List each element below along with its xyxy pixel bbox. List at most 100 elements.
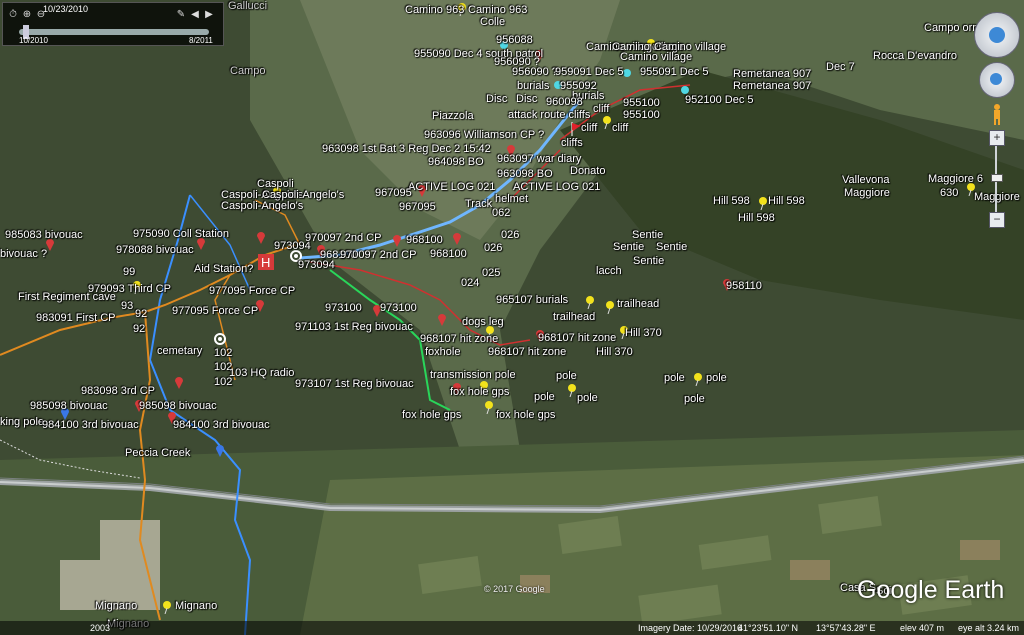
placemark-label[interactable]: 977095 Force CP (209, 285, 295, 297)
placemark-label[interactable]: king pole (0, 416, 44, 428)
placemark-label[interactable]: Sentie (613, 241, 644, 253)
placemark-label[interactable]: pole (664, 372, 685, 384)
play-icon[interactable]: ▶ (203, 9, 215, 21)
placemark-label[interactable]: 978088 bivouac (116, 244, 194, 256)
placemark-label[interactable]: 984100 3rd bivouac (173, 419, 270, 431)
placemark-label[interactable]: pole (706, 372, 727, 384)
placemark-label[interactable]: Piazzola (432, 110, 474, 122)
placemark-label[interactable]: fox hole gps (450, 386, 509, 398)
placemark-label[interactable]: Mignano (175, 600, 217, 612)
placemark-label[interactable]: 92 (133, 323, 145, 335)
placemark-label[interactable]: Maggiore (844, 187, 890, 199)
yellow-pushpin[interactable] (602, 115, 612, 129)
placemark-label[interactable]: Camino 963 (405, 4, 464, 16)
time-track[interactable] (19, 29, 209, 35)
placemark-label[interactable]: ACTIVE LOG 021 (408, 181, 495, 193)
placemark-label[interactable]: cliff (581, 122, 597, 134)
placemark-label[interactable]: 968107 hit zone (420, 333, 498, 345)
compass-icon[interactable] (989, 27, 1005, 43)
placemark-label[interactable]: 963097 war diary (497, 153, 581, 165)
placemark-label[interactable]: pole (577, 392, 598, 404)
placemark-label[interactable]: pole (556, 370, 577, 382)
placemark-label[interactable]: 985098 bivouac (139, 400, 217, 412)
yellow-pushpin[interactable] (605, 300, 615, 314)
placemark-label[interactable]: Maggiore 6 (928, 173, 983, 185)
zoom-slider[interactable]: + − (989, 130, 1005, 228)
placemark-label[interactable]: 955100 (623, 109, 660, 121)
placemark-label[interactable]: Track (465, 198, 492, 210)
placemark-label[interactable]: trailhead (553, 311, 595, 323)
placemark-label[interactable]: helmet (495, 193, 528, 205)
placemark-label[interactable]: 630 (940, 187, 958, 199)
placemark-label[interactable]: Vallevona (842, 174, 890, 186)
zoom-in-time-icon[interactable]: ⊕ (21, 9, 33, 21)
placemark-label[interactable]: foxhole (425, 346, 460, 358)
placemark-label[interactable]: Camino village (620, 51, 692, 63)
yellow-pushpin[interactable] (693, 372, 703, 386)
yellow-pushpin[interactable] (162, 600, 172, 614)
move-joystick-icon[interactable] (990, 73, 1002, 85)
placemark-label[interactable]: Aid Station? (194, 263, 253, 275)
placemark-label[interactable]: Mignano (95, 600, 137, 612)
placemark-label[interactable]: Dec 7 (826, 61, 855, 73)
placemark-label[interactable]: 959091 Dec 5 (555, 66, 624, 78)
placemark-label[interactable]: 975090 Coll Station (133, 228, 229, 240)
placemark-label[interactable]: 973100 (325, 302, 362, 314)
placemark-label[interactable]: 968107 hit zone (538, 332, 616, 344)
placemark-label[interactable]: cliff (612, 122, 628, 134)
placemark-label[interactable]: 93 (121, 300, 133, 312)
placemark-label[interactable]: Remetanea 907 (733, 68, 811, 80)
zoom-handle[interactable] (991, 174, 1003, 182)
zoom-in-button[interactable]: + (989, 130, 1005, 146)
placemark-label[interactable]: 952100 Dec 5 (685, 94, 754, 106)
placemark-label[interactable]: 955091 Dec 5 (640, 66, 709, 78)
placemark-label[interactable]: 985083 bivouac (5, 229, 83, 241)
placemark-label[interactable]: bivouac ? (0, 248, 47, 260)
placemark-label[interactable]: Campo (230, 65, 265, 77)
placemark-label[interactable]: Rocca D'evandro (873, 50, 957, 62)
clock-icon[interactable]: ⏱ (7, 9, 19, 21)
blue-map-pin[interactable] (215, 443, 225, 457)
red-map-pin[interactable] (256, 230, 266, 244)
time-slider[interactable]: ⏱ ⊕ ⊖ 10/23/2010 ✎ ◀ ▶ 10/2010 8/2011 (2, 2, 224, 46)
placemark-label[interactable]: 963098 1st Bat 3 Reg Dec 2 15:42 (322, 143, 491, 155)
placemark-label[interactable]: Remetanea 907 (733, 80, 811, 92)
look-control[interactable] (974, 12, 1020, 58)
yellow-pushpin[interactable] (758, 196, 768, 210)
yellow-pushpin[interactable] (484, 400, 494, 414)
placemark-label[interactable]: Hill 598 (713, 195, 750, 207)
placemark-label[interactable]: 955100 (623, 97, 660, 109)
red-map-pin[interactable] (452, 231, 462, 245)
placemark-label[interactable]: 964098 BO (428, 156, 484, 168)
placemark-label[interactable]: 971103 1st Reg bivouac (295, 321, 413, 333)
placemark-label[interactable]: Hill 370 (625, 327, 662, 339)
move-control[interactable] (979, 62, 1015, 98)
placemark-label[interactable]: 968100 (406, 234, 443, 246)
placemark-label[interactable]: cliff (593, 103, 609, 115)
placemark-label[interactable]: burials (517, 80, 549, 92)
previous-icon[interactable]: ◀ (189, 9, 201, 21)
placemark-label[interactable]: fox hole gps (402, 409, 461, 421)
placemark-label[interactable]: lacch (596, 265, 622, 277)
placemark-label[interactable]: 956088 (496, 34, 533, 46)
placemark-label[interactable]: 102 (214, 347, 232, 359)
placemark-label[interactable]: 977095 Force CP (172, 305, 258, 317)
placemark-label[interactable]: Colle (480, 16, 505, 28)
placemark-label[interactable]: 062 (492, 207, 510, 219)
placemark-label[interactable]: Sentie (656, 241, 687, 253)
placemark-label[interactable]: cliffs (561, 137, 583, 149)
placemark-label[interactable]: Sentie (632, 229, 663, 241)
placemark-label[interactable]: cemetary (157, 345, 202, 357)
placemark-label[interactable]: dogs leg (462, 316, 504, 328)
placemark-label[interactable]: 026 (501, 229, 519, 241)
placemark-label[interactable]: Hill 598 (738, 212, 775, 224)
satellite-terrain-map[interactable] (0, 0, 1024, 635)
placemark-label[interactable]: attack route cliffs (508, 109, 590, 121)
placemark-label[interactable]: 960098 (546, 96, 583, 108)
placemark-label[interactable]: Hill 370 (596, 346, 633, 358)
placemark-label[interactable]: 985098 bivouac (30, 400, 108, 412)
placemark-label[interactable]: Sentie (633, 255, 664, 267)
placemark-label[interactable]: 968100 (430, 248, 467, 260)
placemark-label[interactable]: 970097 2nd CP (340, 249, 416, 261)
placemark-label[interactable]: 967095 (375, 187, 412, 199)
